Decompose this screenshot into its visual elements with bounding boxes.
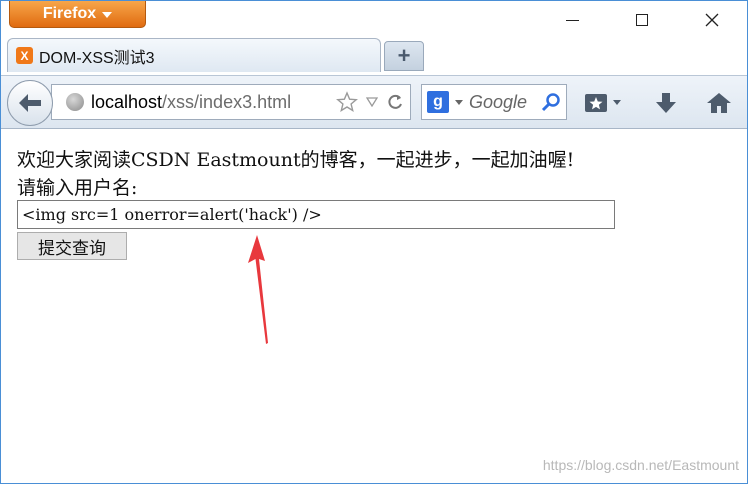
home-icon [707,93,731,113]
address-bar[interactable]: localhost/xss/index3.html [51,84,411,120]
annotation-arrow [248,235,268,344]
title-bar: Firefox [1,1,747,39]
url-path: /xss/index3.html [162,91,292,112]
navigation-toolbar: localhost/xss/index3.html g Google [1,75,747,129]
firefox-menu-button[interactable]: Firefox [9,1,146,28]
username-input[interactable] [17,200,615,229]
watermark: https://blog.csdn.net/Eastmount [542,457,739,473]
tab-title: DOM-XSS测试3 [39,49,155,67]
close-icon [705,13,719,27]
new-tab-button[interactable]: + [384,41,424,71]
globe-icon [66,93,84,111]
search-bar[interactable]: g Google [421,84,567,120]
search-input[interactable]: Google [469,92,539,113]
search-icon[interactable] [541,92,561,112]
maximize-button[interactable] [619,5,665,35]
back-arrow-icon [19,94,41,112]
firefox-menu-label: Firefox [42,5,97,22]
search-engine-dropdown-icon[interactable] [455,99,463,105]
submit-button[interactable]: 提交查询 [17,232,127,260]
address-bar-icons [336,91,404,113]
download-button[interactable] [651,90,681,116]
google-icon[interactable]: g [427,91,449,113]
xampp-favicon-icon: X [16,47,33,64]
page-content: 欢迎大家阅读CSDN Eastmount的博客，一起进步，一起加油喔! 请输入用… [1,129,747,483]
back-button[interactable] [7,80,53,126]
home-button[interactable] [703,90,735,116]
dropdown-icon[interactable] [366,97,378,107]
url-host: localhost [91,91,163,112]
minimize-icon [565,19,579,21]
tab-active[interactable]: X DOM-XSS测试3 [7,38,381,72]
bookmarks-icon [585,94,621,112]
chevron-down-icon [102,12,113,18]
reload-icon[interactable] [386,93,404,111]
maximize-icon [636,14,648,26]
download-icon [656,93,676,113]
username-label: 请输入用户名: [17,177,138,199]
bookmarks-button[interactable] [583,90,625,116]
minimize-button[interactable] [549,5,595,35]
tab-strip: X DOM-XSS测试3 + [1,35,747,75]
welcome-text: 欢迎大家阅读CSDN Eastmount的博客，一起进步，一起加油喔! [17,149,575,171]
close-button[interactable] [689,5,735,35]
browser-window: Firefox X DOM-XSS测试3 + localhost/xss/ind… [0,0,748,484]
star-icon[interactable] [336,91,358,113]
